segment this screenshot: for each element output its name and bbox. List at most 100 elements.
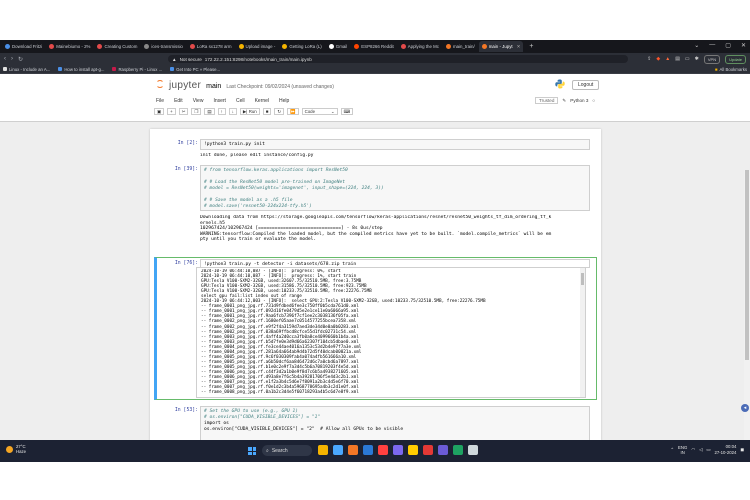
- save-icon[interactable]: ▣: [154, 108, 165, 115]
- browser-tab[interactable]: Upload image -: [236, 41, 279, 52]
- taskbar-app-icon[interactable]: [408, 445, 418, 455]
- taskbar-app-icon[interactable]: [318, 445, 328, 455]
- browser-tab[interactable]: Creating Custom: [94, 41, 140, 52]
- weather-widget[interactable]: 27°C Haze: [6, 444, 26, 454]
- favicon-icon: [282, 44, 288, 49]
- reload-icon[interactable]: ↻: [18, 56, 23, 63]
- taskbar-app-icon[interactable]: [333, 445, 343, 455]
- close-window-button[interactable]: ✕: [741, 42, 746, 49]
- bookmark-item[interactable]: Get Into PC » Please...: [170, 67, 220, 72]
- menu-view[interactable]: View: [193, 98, 204, 104]
- browser-tab[interactable]: Download Fritzi: [2, 41, 45, 52]
- maximize-button[interactable]: ▢: [725, 42, 731, 49]
- browser-tab[interactable]: ESP8266 Reddit: [351, 41, 396, 52]
- taskbar-app-icon[interactable]: [468, 445, 478, 455]
- run-button[interactable]: ▶| Run: [239, 108, 260, 115]
- close-tab-icon[interactable]: ✕: [517, 44, 521, 50]
- browser-tab[interactable]: Mainebiumo - 2%: [46, 41, 93, 52]
- volume-icon[interactable]: ◁: [699, 447, 702, 453]
- wifi-icon[interactable]: ◠: [691, 447, 695, 453]
- language-indicator[interactable]: ENG IN: [678, 445, 687, 455]
- jupyter-logo-icon[interactable]: [156, 80, 164, 88]
- browser-tab[interactable]: LoRa sx1278 arm: [187, 41, 235, 52]
- share-icon[interactable]: ⇪: [647, 56, 651, 62]
- clock[interactable]: 00:04 27-10-2024: [714, 444, 736, 455]
- browser-tab[interactable]: Gmail: [326, 41, 350, 52]
- sidebar-icon[interactable]: ▤: [675, 56, 680, 62]
- new-tab-button[interactable]: +: [524, 43, 538, 50]
- url-text[interactable]: 172.22.2.151:8298/notebooks/main_train/m…: [205, 57, 312, 62]
- logout-button[interactable]: Logout: [572, 80, 600, 90]
- taskbar-app-icon[interactable]: [348, 445, 358, 455]
- paste-icon[interactable]: ▤: [204, 108, 215, 115]
- insert-cell-icon[interactable]: +: [167, 108, 176, 115]
- cut-icon[interactable]: ✂: [178, 108, 189, 115]
- all-bookmarks-button[interactable]: ■ All Bookmarks: [715, 67, 747, 72]
- tab-label: ESP8266 Reddit: [361, 44, 394, 49]
- kernel-name[interactable]: Python 3: [570, 98, 588, 103]
- bookmark-item[interactable]: Raspberry Pi - Linux ...: [112, 67, 162, 72]
- taskbar-app-icon[interactable]: [438, 445, 448, 455]
- jupyter-page: jupyter main Last Checkpoint: 09/02/2024…: [0, 74, 750, 440]
- copy-icon[interactable]: ❐: [191, 108, 202, 115]
- bookmark-item[interactable]: How to install apt-g...: [58, 67, 104, 72]
- scrolled-output[interactable]: 2024-10-19 06:44:10,087 - [INFO]: progre…: [196, 267, 586, 398]
- browser-tab[interactable]: ices-transmissio: [141, 41, 185, 52]
- bookmark-item[interactable]: Linux - Include an A...: [3, 67, 50, 72]
- output-scrollbar[interactable]: [580, 268, 585, 397]
- browser-tab[interactable]: main - Jupyt ✕: [478, 41, 524, 52]
- cell-input[interactable]: # Set the GPU to use (e.g., GPU 1) # os.e…: [200, 406, 590, 440]
- command-palette-icon[interactable]: ⌨: [340, 108, 353, 115]
- code-cell[interactable]: In [53]: # Set the GPU to use (e.g., GPU…: [154, 406, 597, 440]
- move-down-icon[interactable]: ↓: [228, 108, 237, 115]
- page-scrollbar-thumb[interactable]: [745, 170, 749, 360]
- brave-shield-icon[interactable]: ◆: [656, 56, 660, 62]
- chevron-up-icon[interactable]: ⌃: [670, 447, 674, 453]
- address-bar[interactable]: ▲ Not secure 172.22.2.151:8298/notebooks…: [168, 55, 629, 63]
- wallet-icon[interactable]: ▭: [685, 56, 690, 62]
- notification-icon[interactable]: ◼: [740, 447, 744, 453]
- tab-search-icon[interactable]: ⌄: [694, 42, 699, 49]
- cell-input[interactable]: # from tensorflow.keras.applications imp…: [200, 165, 590, 211]
- taskbar-search[interactable]: ⌕ Search: [262, 445, 312, 456]
- rewards-icon[interactable]: ▲: [665, 56, 670, 62]
- taskbar-app-icon[interactable]: [363, 445, 373, 455]
- browser-tab[interactable]: Getting LoRa (L): [279, 41, 324, 52]
- menu-kernel[interactable]: Kernel: [255, 98, 269, 104]
- cell-type-select[interactable]: Code ⌄: [301, 108, 338, 115]
- taskbar-app-icon[interactable]: [423, 445, 433, 455]
- menu-insert[interactable]: Insert: [213, 98, 226, 104]
- move-up-icon[interactable]: ↑: [217, 108, 226, 115]
- taskbar-app-icon[interactable]: [378, 445, 388, 455]
- bookmark-favicon-icon: [58, 67, 63, 71]
- battery-icon[interactable]: ▭: [706, 447, 710, 453]
- extensions-icon[interactable]: ✱: [695, 56, 699, 62]
- jupyter-wordmark[interactable]: jupyter: [169, 80, 201, 91]
- restart-run-all-icon[interactable]: ⏩: [287, 108, 299, 115]
- code-cell[interactable]: In [39]: # from tensorflow.keras.applica…: [154, 165, 597, 255]
- menu-edit[interactable]: Edit: [174, 98, 183, 104]
- cell-input[interactable]: !python3 train.py init: [200, 139, 590, 150]
- interrupt-icon[interactable]: ■: [262, 108, 272, 115]
- windows-start-icon[interactable]: [248, 447, 256, 455]
- notebook-name[interactable]: main: [206, 83, 221, 90]
- minimize-button[interactable]: —: [709, 42, 715, 49]
- trusted-badge[interactable]: Trusted: [535, 97, 559, 104]
- menu-cell[interactable]: Cell: [236, 98, 245, 104]
- page-scrollbar[interactable]: [744, 170, 750, 440]
- kernel-indicator: Trusted ✎ Python 3 ○: [535, 97, 595, 104]
- taskbar-app-icon[interactable]: [453, 445, 463, 455]
- vpn-button[interactable]: VPN: [703, 54, 721, 64]
- sidebar-toggle-icon[interactable]: ◂: [741, 404, 749, 412]
- back-icon[interactable]: ‹: [4, 56, 6, 62]
- warning-icon: ▲: [172, 56, 177, 62]
- menu-file[interactable]: File: [156, 98, 164, 104]
- menu-help[interactable]: Help: [279, 98, 289, 104]
- restart-icon[interactable]: ↻: [274, 108, 285, 115]
- browser-tab[interactable]: Applying the Mc: [398, 41, 442, 52]
- taskbar-app-icon[interactable]: [393, 445, 403, 455]
- forward-icon[interactable]: ›: [11, 56, 13, 62]
- update-button[interactable]: Update: [725, 54, 746, 64]
- browser-tab[interactable]: main_train/: [443, 41, 478, 52]
- output-scrollbar-thumb[interactable]: [581, 273, 584, 285]
